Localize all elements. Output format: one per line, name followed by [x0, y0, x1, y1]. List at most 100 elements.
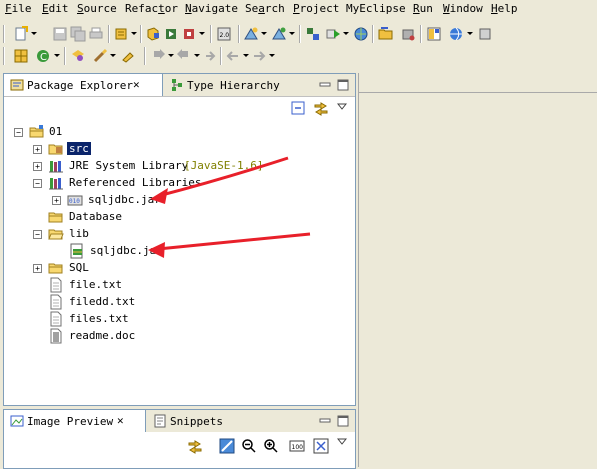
maximize-icon[interactable]: [337, 79, 349, 91]
menu-project[interactable]: Project: [293, 2, 339, 15]
tree-node-referenced-libraries[interactable]: − Referenced Libraries: [33, 175, 201, 191]
zoom-out-icon[interactable]: [241, 438, 257, 454]
tree-node-filedd-txt[interactable]: filedd.txt: [48, 294, 148, 310]
run-icon[interactable]: [325, 26, 341, 42]
expand-toggle[interactable]: +: [52, 196, 61, 205]
tree-node-sql[interactable]: + SQL: [33, 260, 113, 276]
prev-annotation-dropdown-arrow[interactable]: [194, 54, 200, 57]
link-with-editor-icon[interactable]: [313, 100, 329, 116]
new-icon[interactable]: [13, 26, 29, 42]
forward-dropdown-arrow[interactable]: [269, 54, 275, 57]
editor-area: [358, 73, 597, 467]
last-edit-icon[interactable]: [202, 48, 218, 64]
view-menu-icon[interactable]: [337, 438, 347, 446]
new-package-dropdown-arrow[interactable]: [289, 32, 295, 35]
menu-source[interactable]: Source: [77, 2, 117, 15]
open-type-icon[interactable]: [305, 26, 321, 42]
new-dropdown-arrow[interactable]: [31, 32, 37, 35]
next-annotation-dropdown-arrow[interactable]: [168, 54, 174, 57]
zoom-in-icon[interactable]: [263, 438, 279, 454]
brush-icon[interactable]: [92, 48, 108, 64]
view-menu-icon[interactable]: [337, 103, 347, 111]
tree-node-files-txt[interactable]: files.txt: [48, 311, 148, 327]
grid-icon[interactable]: [13, 48, 29, 64]
refresh-dropdown-arrow[interactable]: [54, 54, 60, 57]
edit-icon[interactable]: [121, 48, 137, 64]
web-icon[interactable]: [448, 26, 464, 42]
palette-icon[interactable]: [70, 48, 86, 64]
tree-label-referenced-libraries: Referenced Libraries: [69, 176, 202, 189]
minimize-icon[interactable]: [319, 79, 331, 91]
menu-refactor[interactable]: Refactor: [125, 2, 178, 15]
tree-node-jre[interactable]: + JRE System Library [JavaSE-1.6]: [33, 158, 273, 174]
menu-myeclipse[interactable]: MyEclipse: [346, 2, 406, 15]
run-dropdown-arrow[interactable]: [343, 32, 349, 35]
deploy-icon[interactable]: [145, 26, 161, 42]
link-with-editor-icon[interactable]: [187, 438, 203, 454]
toolbar-separator: [420, 25, 422, 43]
tab-image-preview-label: Image Preview: [27, 415, 114, 428]
open-folder-icon[interactable]: [378, 26, 394, 42]
save-icon[interactable]: [52, 26, 68, 42]
collapse-toggle[interactable]: −: [33, 179, 42, 188]
server-icon[interactable]: [113, 26, 129, 42]
fit-window-icon[interactable]: [313, 438, 329, 454]
tab-snippets[interactable]: Snippets: [147, 410, 237, 432]
next-annotation-icon[interactable]: [150, 48, 166, 64]
menu-edit[interactable]: Edit: [42, 2, 69, 15]
server-dropdown-arrow[interactable]: [131, 32, 137, 35]
expand-toggle[interactable]: +: [33, 264, 42, 273]
menu-search[interactable]: Search: [245, 2, 285, 15]
server-run-dropdown-arrow[interactable]: [199, 32, 205, 35]
menu-window[interactable]: Window: [443, 2, 483, 15]
open-perspective-icon[interactable]: [426, 26, 442, 42]
back-dropdown-arrow[interactable]: [243, 54, 249, 57]
menu-run[interactable]: Run: [413, 2, 433, 15]
maximize-icon[interactable]: [337, 415, 349, 427]
back-icon[interactable]: [225, 48, 241, 64]
tab-image-preview[interactable]: Image Preview ✕: [4, 410, 146, 432]
actual-size-icon[interactable]: 100: [289, 438, 305, 454]
save-all-icon[interactable]: [70, 26, 86, 42]
refresh-icon[interactable]: C: [35, 48, 51, 64]
prev-annotation-icon[interactable]: [176, 48, 192, 64]
forward-icon[interactable]: [251, 48, 267, 64]
menu-help[interactable]: Help: [491, 2, 518, 15]
run-server-icon[interactable]: [163, 26, 179, 42]
tree-node-src[interactable]: + src: [33, 141, 133, 157]
image-preview-tabstrip: Image Preview ✕ Snippets: [4, 410, 355, 432]
collapse-toggle[interactable]: −: [33, 230, 42, 239]
menu-file[interactable]: File: [5, 2, 32, 15]
external-tools-icon[interactable]: [400, 26, 416, 42]
tab-package-explorer[interactable]: Package Explorer ✕: [4, 74, 163, 96]
print-icon[interactable]: [88, 26, 104, 42]
expand-toggle[interactable]: +: [33, 162, 42, 171]
menu-navigate[interactable]: Navigate: [185, 2, 238, 15]
collapse-toggle[interactable]: −: [14, 128, 23, 137]
tree-node-lib-jar[interactable]: sqljdbc.jar: [69, 243, 179, 259]
new-class-icon[interactable]: [243, 26, 259, 42]
collapse-all-icon[interactable]: [291, 101, 305, 115]
tree-node-file-txt[interactable]: file.txt: [48, 277, 148, 293]
view-toolbar: [4, 96, 355, 119]
tree-node-database[interactable]: Database: [33, 209, 133, 225]
close-icon[interactable]: ✕: [133, 78, 140, 91]
stop-server-icon[interactable]: [181, 26, 197, 42]
tree-node-referenced-jar[interactable]: + 010 sqljdbc.jar: [52, 192, 162, 208]
tree-node-lib[interactable]: − lib: [33, 226, 113, 242]
web-dropdown-arrow[interactable]: [467, 32, 473, 35]
tree-node-readme-doc[interactable]: readme.doc: [48, 328, 158, 344]
tools-icon[interactable]: [477, 26, 493, 42]
brush-dropdown-arrow[interactable]: [110, 54, 116, 57]
browser-icon[interactable]: [353, 26, 369, 42]
tree-node-project[interactable]: − 01: [14, 124, 94, 140]
new-package-icon[interactable]: [271, 26, 287, 42]
expand-toggle[interactable]: +: [33, 145, 42, 154]
tab-type-hierarchy[interactable]: Type Hierarchy: [164, 74, 280, 96]
fit-image-icon[interactable]: [219, 438, 235, 454]
toolbar-separator: [64, 47, 66, 65]
close-icon[interactable]: ✕: [117, 414, 124, 427]
java-2-0-icon[interactable]: 2.0: [216, 26, 232, 42]
new-class-dropdown-arrow[interactable]: [261, 32, 267, 35]
minimize-icon[interactable]: [319, 415, 331, 427]
